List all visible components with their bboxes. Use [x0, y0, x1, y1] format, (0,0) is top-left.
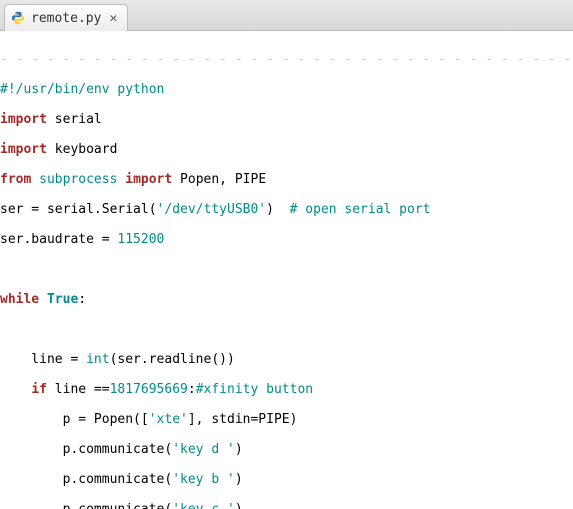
code-text: p.communicate(: [0, 502, 172, 509]
code-text: ): [235, 472, 243, 487]
code-editor[interactable]: - - - - - - - - - - - - - - - - - - - - …: [0, 31, 573, 509]
number-literal: 115200: [117, 232, 164, 247]
editor-ruler: - - - - - - - - - - - - - - - - - - - - …: [0, 52, 573, 67]
string-literal: 'key b ': [172, 472, 235, 487]
comment: #xfinity button: [196, 382, 313, 397]
shebang-line: #!/usr/bin/env python: [0, 82, 164, 97]
close-icon[interactable]: ✕: [107, 11, 119, 26]
mod-keyboard: keyboard: [55, 142, 118, 157]
code-text: ): [266, 202, 289, 217]
kw-import: import: [125, 172, 172, 187]
string-literal: 'xte': [149, 412, 188, 427]
kw-true: True: [47, 292, 78, 307]
code-text: :: [188, 382, 196, 397]
kw-import: import: [0, 142, 47, 157]
tab-label: remote.py: [31, 11, 101, 26]
code-text: p.communicate(: [0, 442, 172, 457]
string-literal: '/dev/ttyUSB0': [157, 202, 267, 217]
code-text: p = Popen([: [0, 412, 149, 427]
code-text: ): [235, 502, 243, 509]
mod-serial: serial: [55, 112, 102, 127]
python-file-icon: [11, 11, 25, 25]
string-literal: 'key d ': [172, 442, 235, 457]
file-tab-remote-py[interactable]: remote.py ✕: [4, 4, 128, 31]
code-text: p.communicate(: [0, 472, 172, 487]
code-text: ): [235, 442, 243, 457]
code-text: ], stdin=PIPE): [188, 412, 298, 427]
builtin-int: int: [86, 352, 109, 367]
code-text: ser = serial.Serial(: [0, 202, 157, 217]
code-text: (ser.readline()): [110, 352, 235, 367]
kw-import: import: [0, 112, 47, 127]
code-text: ser.baudrate =: [0, 232, 117, 247]
code-text: line =: [0, 352, 86, 367]
code-text: line ==: [47, 382, 110, 397]
string-literal: 'key c ': [172, 502, 235, 509]
mod-subprocess: subprocess: [39, 172, 117, 187]
kw-if: if: [31, 382, 47, 397]
kw-from: from: [0, 172, 31, 187]
kw-while: while: [0, 292, 39, 307]
tab-bar: remote.py ✕: [0, 0, 573, 31]
comment: # open serial port: [290, 202, 431, 217]
import-names: Popen, PIPE: [180, 172, 266, 187]
number-literal: 1817695669: [110, 382, 188, 397]
code-text: :: [78, 292, 86, 307]
